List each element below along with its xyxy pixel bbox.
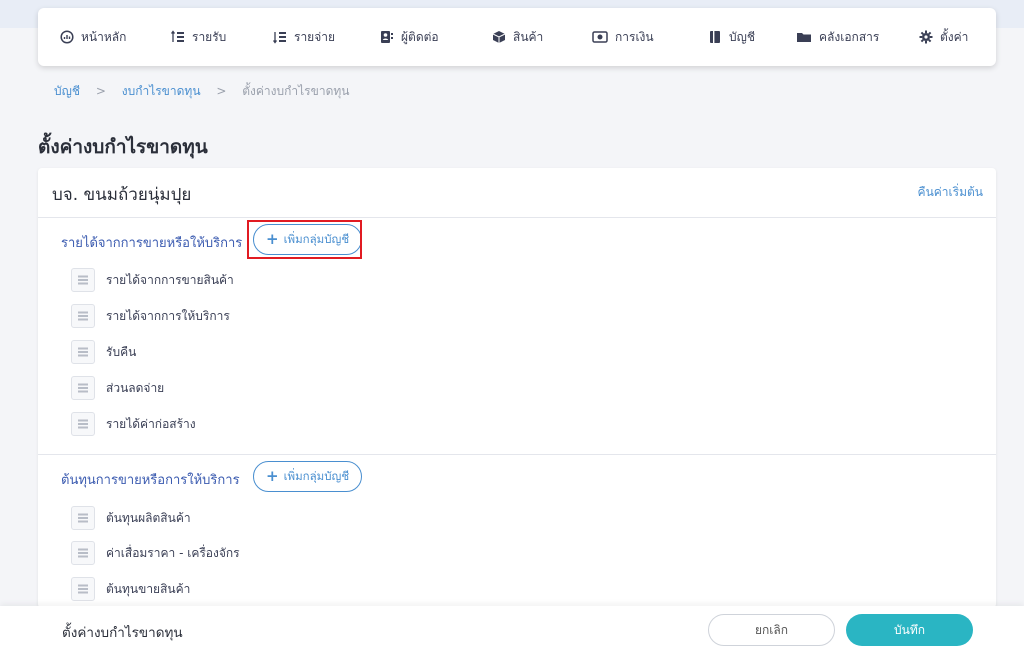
nav-item-documents[interactable]: คลังเอกสาร bbox=[796, 27, 879, 47]
drag-handle-icon[interactable] bbox=[71, 376, 95, 400]
account-label: ค่าเสื่อมราคา - เครื่องจักร bbox=[106, 545, 240, 560]
drag-handle-icon[interactable] bbox=[71, 577, 95, 601]
nav-label: การเงิน bbox=[615, 29, 654, 44]
account-row[interactable]: รายได้ค่าก่อสร้าง bbox=[71, 412, 196, 436]
breadcrumb-separator: > bbox=[216, 84, 227, 98]
nav-item-finance[interactable]: การเงิน bbox=[592, 27, 654, 47]
footer-bar: ตั้งค่างบกำไรขาดทุน ยกเลิก บันทึก bbox=[0, 606, 1024, 653]
nav-item-expense[interactable]: รายจ่าย bbox=[273, 27, 335, 47]
product-box-icon bbox=[492, 31, 506, 43]
account-row[interactable]: ต้นทุนขายสินค้า bbox=[71, 577, 190, 601]
account-row[interactable]: รายได้จากการขายสินค้า bbox=[71, 268, 234, 292]
expense-icon bbox=[273, 32, 286, 44]
account-label: รายได้จากการขายสินค้า bbox=[106, 272, 234, 287]
account-row[interactable]: ค่าเสื่อมราคา - เครื่องจักร bbox=[71, 541, 240, 565]
nav-label: สินค้า bbox=[513, 29, 544, 44]
drag-handle-icon[interactable] bbox=[71, 340, 95, 364]
account-row[interactable]: รายได้จากการให้บริการ bbox=[71, 304, 230, 328]
save-button[interactable]: บันทึก bbox=[846, 614, 973, 646]
nav-label: รายจ่าย bbox=[294, 29, 336, 44]
drag-handle-icon[interactable] bbox=[71, 268, 95, 292]
account-label: ต้นทุนขายสินค้า bbox=[106, 581, 191, 596]
account-row[interactable]: ต้นทุนผลิตสินค้า bbox=[71, 506, 191, 530]
nav-label: หน้าหลัก bbox=[81, 29, 127, 44]
settings-card: บจ. ขนมถ้วยนุ่มปุย คืนค่าเริ่มต้น รายได้… bbox=[38, 168, 996, 608]
reset-default-link[interactable]: คืนค่าเริ่มต้น bbox=[918, 183, 983, 202]
nav-label: ผู้ติดต่อ bbox=[401, 29, 439, 44]
section-divider bbox=[38, 454, 996, 455]
plus-icon: + bbox=[266, 467, 279, 485]
section-title-revenue: รายได้จากการขายหรือให้บริการ bbox=[61, 236, 243, 251]
footer-title: ตั้งค่างบกำไรขาดทุน bbox=[62, 625, 183, 641]
breadcrumb-separator: > bbox=[95, 84, 106, 98]
add-button-label: เพิ่มกลุ่มบัญชี bbox=[283, 468, 350, 483]
drag-handle-icon[interactable] bbox=[71, 541, 95, 565]
nav-label: รายรับ bbox=[192, 29, 227, 44]
account-label: ส่วนลดจ่าย bbox=[106, 380, 165, 395]
contacts-icon bbox=[381, 31, 393, 43]
breadcrumb-accounting-link[interactable]: บัญชี bbox=[54, 84, 80, 98]
account-row[interactable]: รับคืน bbox=[71, 340, 136, 364]
gear-icon bbox=[919, 30, 933, 44]
nav-item-settings[interactable]: ตั้งค่า bbox=[919, 27, 968, 47]
dashboard-icon bbox=[60, 30, 74, 44]
nav-item-home[interactable]: หน้าหลัก bbox=[60, 27, 126, 47]
nav-label: บัญชี bbox=[729, 29, 755, 44]
section-title-cost-of-sales: ต้นทุนการขายหรือการให้บริการ bbox=[61, 473, 240, 488]
account-label: ต้นทุนผลิตสินค้า bbox=[106, 510, 191, 525]
nav-label: ตั้งค่า bbox=[940, 29, 969, 44]
breadcrumb-current: ตั้งค่างบกำไรขาดทุน bbox=[242, 84, 350, 98]
cancel-button[interactable]: ยกเลิก bbox=[708, 614, 835, 646]
account-label: รายได้จากการให้บริการ bbox=[106, 308, 230, 323]
nav-item-accounting[interactable]: บัญชี bbox=[708, 27, 755, 47]
drag-handle-icon[interactable] bbox=[71, 304, 95, 328]
drag-handle-icon[interactable] bbox=[71, 412, 95, 436]
income-icon bbox=[171, 30, 184, 42]
drag-handle-icon[interactable] bbox=[71, 506, 95, 530]
page-title: ตั้งค่างบกำไรขาดทุน bbox=[38, 136, 208, 158]
nav-item-income[interactable]: รายรับ bbox=[171, 27, 226, 47]
folder-icon bbox=[797, 33, 811, 42]
main-navbar: หน้าหลัก รายรับ รายจ่าย ผู้ติดต่อ สินค้า… bbox=[38, 8, 996, 66]
company-name: บจ. ขนมถ้วยนุ่มปุย bbox=[52, 185, 192, 205]
nav-item-contacts[interactable]: ผู้ติดต่อ bbox=[380, 27, 439, 47]
add-account-group-button[interactable]: + เพิ่มกลุ่มบัญชี bbox=[253, 461, 363, 492]
card-header: บจ. ขนมถ้วยนุ่มปุย คืนค่าเริ่มต้น bbox=[38, 168, 996, 218]
breadcrumb-profit-loss-link[interactable]: งบกำไรขาดทุน bbox=[122, 84, 201, 98]
account-row[interactable]: ส่วนลดจ่าย bbox=[71, 376, 164, 400]
highlight-box bbox=[247, 220, 362, 259]
account-label: รายได้ค่าก่อสร้าง bbox=[106, 416, 196, 431]
breadcrumb: บัญชี > งบกำไรขาดทุน > ตั้งค่างบกำไรขาดท… bbox=[54, 82, 349, 101]
money-icon bbox=[592, 31, 608, 43]
nav-item-products[interactable]: สินค้า bbox=[492, 27, 543, 47]
account-label: รับคืน bbox=[106, 344, 137, 359]
ledger-book-icon bbox=[710, 31, 720, 43]
nav-label: คลังเอกสาร bbox=[819, 29, 880, 44]
